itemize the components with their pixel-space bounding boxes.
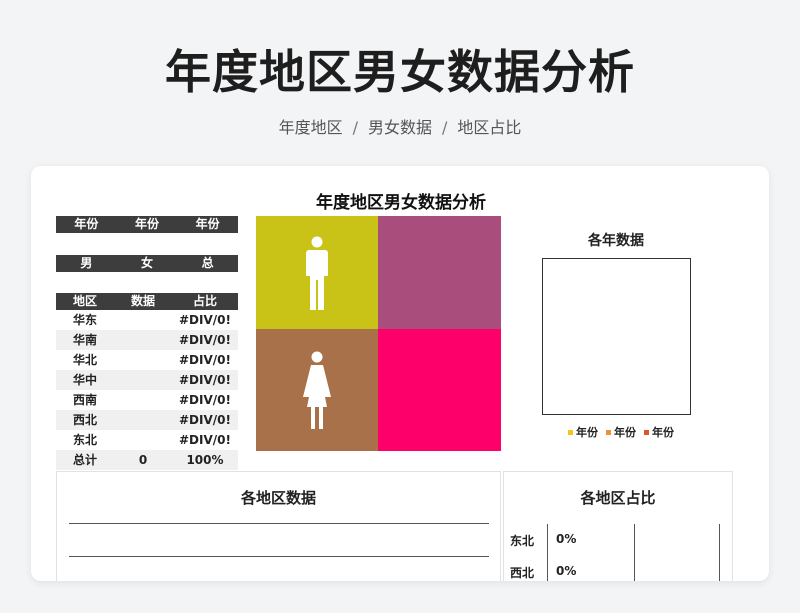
column-header-ratio[interactable]: 占比 [172, 293, 238, 310]
region-cell[interactable]: 西南 [56, 390, 114, 410]
year-header[interactable]: 年份 [117, 216, 178, 233]
column-header-value[interactable]: 数据 [114, 293, 172, 310]
ratio-cell[interactable]: #DIV/0! [172, 310, 238, 330]
breadcrumb: 年度地区 / 男女数据 / 地区占比 [0, 114, 800, 138]
year-chart-plot-area[interactable] [542, 258, 691, 415]
male-figure-icon [306, 236, 328, 310]
table-row[interactable]: 西南 #DIV/0! [56, 390, 238, 410]
year-header[interactable]: 年份 [177, 216, 238, 233]
ratio-cell[interactable]: #DIV/0! [172, 410, 238, 430]
legend-swatch-icon [644, 429, 649, 435]
value-cell[interactable] [114, 330, 172, 350]
region-table: 地区 数据 占比 华东 #DIV/0! 华南 #DIV/0! 华北 #DIV/0… [56, 293, 238, 470]
magenta-quadrant [378, 216, 501, 329]
ratio-row-value: 0% [556, 564, 577, 578]
ratio-cell[interactable]: #DIV/0! [172, 390, 238, 410]
gridline [69, 556, 489, 557]
region-cell[interactable]: 华中 [56, 370, 114, 390]
gridline [719, 524, 720, 581]
year-header-bar: 年份 年份 年份 [56, 216, 238, 233]
year-header[interactable]: 年份 [56, 216, 117, 233]
year-chart-title: 各年数据 [588, 233, 644, 249]
sheet-title: 年度地区男女数据分析 [316, 193, 486, 213]
page-title: 年度地区男女数据分析 [165, 45, 635, 99]
breadcrumb-item[interactable]: 男女数据 [368, 118, 432, 137]
region-data-title: 各地区数据 [240, 489, 316, 507]
region-cell[interactable]: 华东 [56, 310, 114, 330]
region-data-panel[interactable]: 各地区数据 [56, 471, 501, 581]
table-row[interactable]: 华中 #DIV/0! [56, 370, 238, 390]
value-cell[interactable] [114, 390, 172, 410]
region-cell[interactable]: 东北 [56, 430, 114, 450]
ratio-cell[interactable]: #DIV/0! [172, 370, 238, 390]
total-label-cell[interactable]: 总计 [56, 450, 114, 470]
total-value-cell[interactable]: 0 [114, 450, 172, 470]
table-row[interactable]: 西北 #DIV/0! [56, 410, 238, 430]
legend-item[interactable]: 年份 [644, 424, 674, 440]
gender-header-bar: 男 女 总 [56, 255, 238, 272]
value-cell[interactable] [114, 410, 172, 430]
ratio-cell[interactable]: #DIV/0! [172, 430, 238, 450]
female-header[interactable]: 女 [117, 255, 178, 272]
ratio-cell[interactable]: #DIV/0! [172, 330, 238, 350]
value-cell[interactable] [114, 430, 172, 450]
axis-line [547, 524, 548, 581]
total-ratio-cell[interactable]: 100% [172, 450, 238, 470]
gender-quadrant-graphic [256, 216, 501, 451]
ratio-row-value: 0% [556, 532, 577, 546]
table-header-row: 地区 数据 占比 [56, 293, 238, 310]
legend-label: 年份 [652, 426, 674, 439]
legend-label: 年份 [614, 426, 636, 439]
column-header-region[interactable]: 地区 [56, 293, 114, 310]
total-header[interactable]: 总 [177, 255, 238, 272]
region-cell[interactable]: 西北 [56, 410, 114, 430]
female-figure-icon [303, 351, 331, 429]
breadcrumb-separator: / [352, 118, 358, 137]
region-ratio-panel[interactable]: 各地区占比 东北 0% 西北 0% [503, 471, 733, 581]
female-quadrant [256, 329, 378, 451]
value-cell[interactable] [114, 370, 172, 390]
table-row[interactable]: 东北 #DIV/0! [56, 430, 238, 450]
gridline [634, 524, 635, 581]
gridline [69, 523, 489, 524]
legend-item[interactable]: 年份 [568, 424, 598, 440]
year-chart-legend: 年份 年份 年份 [561, 424, 681, 440]
value-cell[interactable] [114, 350, 172, 370]
legend-label: 年份 [576, 426, 598, 439]
ratio-cell[interactable]: #DIV/0! [172, 350, 238, 370]
ratio-row-label: 东北 [510, 534, 535, 548]
table-total-row[interactable]: 总计 0 100% [56, 450, 238, 470]
legend-swatch-icon [606, 429, 611, 435]
legend-swatch-icon [568, 429, 573, 435]
spreadsheet-preview-card: 年度地区男女数据分析 年份 年份 年份 男 女 总 地区 数据 占比 华东 #D… [31, 166, 769, 581]
region-ratio-title: 各地区占比 [580, 489, 656, 507]
legend-item[interactable]: 年份 [606, 424, 636, 440]
value-cell[interactable] [114, 310, 172, 330]
ratio-row-label: 西北 [510, 566, 535, 580]
table-row[interactable]: 华东 #DIV/0! [56, 310, 238, 330]
region-cell[interactable]: 华北 [56, 350, 114, 370]
region-cell[interactable]: 华南 [56, 330, 114, 350]
breadcrumb-item[interactable]: 年度地区 [279, 118, 343, 137]
breadcrumb-separator: / [442, 118, 448, 137]
male-quadrant [256, 216, 378, 329]
table-row[interactable]: 华南 #DIV/0! [56, 330, 238, 350]
breadcrumb-item[interactable]: 地区占比 [457, 118, 521, 137]
table-row[interactable]: 华北 #DIV/0! [56, 350, 238, 370]
male-header[interactable]: 男 [56, 255, 117, 272]
pink-quadrant [378, 329, 501, 451]
